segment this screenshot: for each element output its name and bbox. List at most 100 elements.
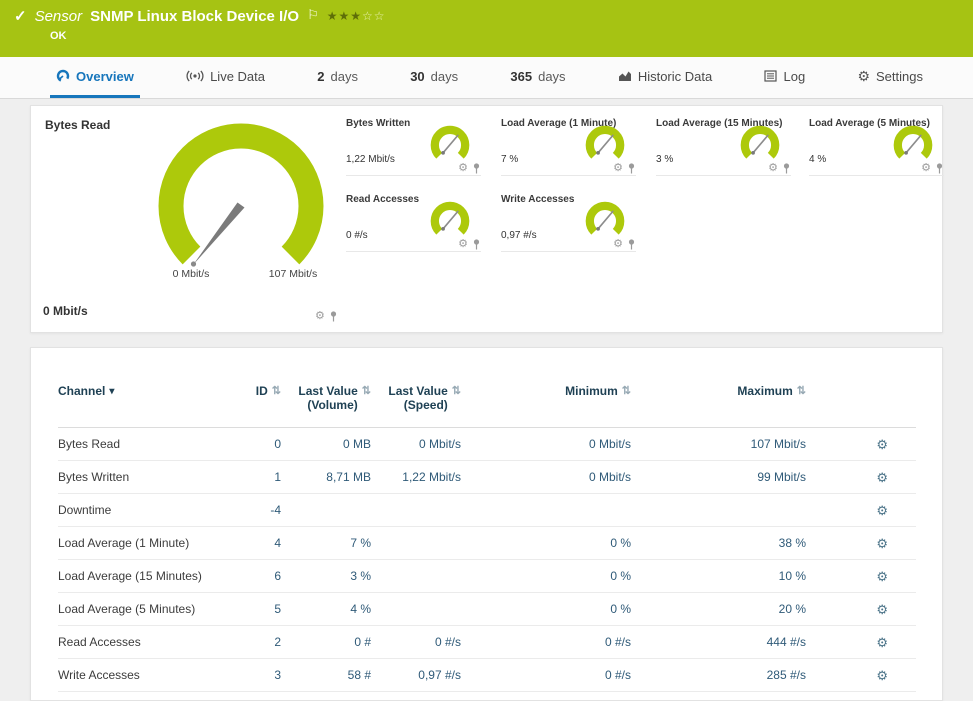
channel-id: 1 bbox=[243, 470, 281, 484]
pin-icon[interactable] bbox=[627, 239, 636, 250]
channel-settings-icon[interactable]: ⚙ bbox=[876, 438, 888, 451]
pin-icon[interactable] bbox=[935, 163, 944, 174]
channel-settings-icon[interactable]: ⚙ bbox=[876, 471, 888, 484]
column-label: ID bbox=[256, 384, 268, 398]
table-row: Write Accesses 3 58 # 0,97 #/s 0 #/s 285… bbox=[58, 659, 916, 692]
sensor-status-banner: ✓ Sensor SNMP Linux Block Device I/O ⚐ ★… bbox=[0, 0, 973, 57]
stars-empty[interactable]: ☆☆ bbox=[362, 9, 386, 23]
tab-overview[interactable]: Overview bbox=[50, 57, 140, 98]
sort-icon: ⇅ bbox=[622, 384, 631, 398]
column-label: Last Value (Speed) bbox=[384, 384, 448, 412]
gauge-actions: ⚙ bbox=[613, 163, 636, 174]
primary-gauge-actions: ⚙ bbox=[315, 311, 338, 322]
column-header-maximum[interactable]: Maximum ⇅ bbox=[631, 380, 806, 427]
channel-settings-icon[interactable]: ⚙ bbox=[876, 636, 888, 649]
column-header-last-value-speed[interactable]: Last Value (Speed) ⇅ bbox=[371, 380, 461, 427]
pin-icon[interactable] bbox=[329, 311, 338, 322]
tab-settings[interactable]: ⚙ Settings bbox=[851, 57, 929, 98]
gauge-write-accesses[interactable]: Write Accesses 0,97 #/s ⚙ bbox=[501, 192, 636, 252]
table-row: Load Average (1 Minute) 4 7 % 0 % 38 % ⚙ bbox=[58, 527, 916, 560]
primary-gauge[interactable]: 0 Mbit/s 107 Mbit/s bbox=[136, 116, 351, 292]
minimum-value: 0 Mbit/s bbox=[461, 470, 631, 484]
channel-id: 2 bbox=[243, 635, 281, 649]
pin-icon[interactable] bbox=[472, 239, 481, 250]
gauge-load-average-15-minutes[interactable]: Load Average (15 Minutes) 3 % ⚙ bbox=[656, 116, 791, 176]
channels-table-panel: Channel ▾ ID ⇅ Last Value (Volume) ⇅ Las… bbox=[30, 347, 943, 701]
gauge-read-accesses[interactable]: Read Accesses 0 #/s ⚙ bbox=[346, 192, 481, 252]
tab-number: 365 bbox=[510, 69, 532, 84]
channel-settings-icon[interactable]: ⚙ bbox=[876, 669, 888, 682]
column-header-id[interactable]: ID ⇅ bbox=[243, 380, 281, 427]
channels-table: Channel ▾ ID ⇅ Last Value (Volume) ⇅ Las… bbox=[58, 380, 916, 692]
gear-icon[interactable]: ⚙ bbox=[613, 239, 623, 250]
tab-historic-data[interactable]: Historic Data bbox=[612, 57, 718, 98]
gauge-bytes-written[interactable]: Bytes Written 1,22 Mbit/s ⚙ bbox=[346, 116, 481, 176]
gear-icon[interactable]: ⚙ bbox=[921, 163, 931, 174]
gear-icon[interactable]: ⚙ bbox=[458, 163, 468, 174]
channel-settings-icon[interactable]: ⚙ bbox=[876, 504, 888, 517]
flag-icon[interactable]: ⚐ bbox=[307, 7, 319, 23]
gear-icon[interactable]: ⚙ bbox=[613, 163, 623, 174]
minimum-value: 0 #/s bbox=[461, 635, 631, 649]
status-check-icon: ✓ bbox=[14, 7, 27, 25]
channel-name[interactable]: Bytes Written bbox=[58, 470, 243, 484]
tab-log[interactable]: Log bbox=[758, 57, 811, 98]
gauge-load-average-5-minutes[interactable]: Load Average (5 Minutes) 4 % ⚙ bbox=[809, 116, 944, 176]
last-value-volume: 0 MB bbox=[281, 437, 371, 451]
tab-number: 2 bbox=[317, 69, 324, 84]
gauge-title: Bytes Written bbox=[346, 118, 410, 129]
table-row: Bytes Written 1 8,71 MB 1,22 Mbit/s 0 Mb… bbox=[58, 461, 916, 494]
pin-icon[interactable] bbox=[472, 163, 481, 174]
gauge-scale-min: 0 Mbit/s bbox=[151, 268, 231, 280]
gauge-load-average-1-minute[interactable]: Load Average (1 Minute) 7 % ⚙ bbox=[501, 116, 636, 176]
sort-icon: ⇅ bbox=[362, 384, 371, 398]
column-header-channel[interactable]: Channel ▾ bbox=[58, 380, 243, 427]
stars-filled[interactable]: ★★★ bbox=[327, 9, 362, 23]
gear-icon[interactable]: ⚙ bbox=[768, 163, 778, 174]
channel-name[interactable]: Load Average (15 Minutes) bbox=[58, 569, 243, 583]
channel-id: 3 bbox=[243, 668, 281, 682]
tab-label: Historic Data bbox=[638, 69, 712, 84]
gauge-actions: ⚙ bbox=[768, 163, 791, 174]
gauge-value: 3 % bbox=[656, 154, 673, 165]
channel-name[interactable]: Load Average (1 Minute) bbox=[58, 536, 243, 550]
priority-stars[interactable]: ★★★☆☆ bbox=[327, 9, 386, 23]
primary-gauge-value: 0 Mbit/s bbox=[43, 304, 88, 318]
maximum-value: 38 % bbox=[631, 536, 806, 550]
column-header-minimum[interactable]: Minimum ⇅ bbox=[461, 380, 631, 427]
sensor-title: SNMP Linux Block Device I/O bbox=[90, 8, 299, 25]
tab-number: 30 bbox=[410, 69, 424, 84]
column-header-last-value-volume[interactable]: Last Value (Volume) ⇅ bbox=[281, 380, 371, 427]
column-label: Maximum bbox=[737, 384, 792, 398]
gauge-title: Write Accesses bbox=[501, 194, 574, 205]
channel-name[interactable]: Read Accesses bbox=[58, 635, 243, 649]
tab-2-days[interactable]: 2 days bbox=[311, 57, 364, 98]
tab-live-data[interactable]: Live Data bbox=[180, 57, 271, 98]
tab-label: days bbox=[330, 69, 357, 84]
maximum-value: 20 % bbox=[631, 602, 806, 616]
channel-name[interactable]: Write Accesses bbox=[58, 668, 243, 682]
gear-icon[interactable]: ⚙ bbox=[458, 239, 468, 250]
gauge-actions: ⚙ bbox=[458, 239, 481, 250]
channel-name[interactable]: Bytes Read bbox=[58, 437, 243, 451]
gauge-value: 1,22 Mbit/s bbox=[346, 154, 395, 165]
pin-icon[interactable] bbox=[627, 163, 636, 174]
pin-icon[interactable] bbox=[782, 163, 791, 174]
channel-name[interactable]: Downtime bbox=[58, 503, 243, 517]
primary-gauge-title: Bytes Read bbox=[45, 118, 110, 132]
last-value-volume: 0 # bbox=[281, 635, 371, 649]
maximum-value: 10 % bbox=[631, 569, 806, 583]
tab-30-days[interactable]: 30 days bbox=[404, 57, 464, 98]
maximum-value: 444 #/s bbox=[631, 635, 806, 649]
sort-icon: ⇅ bbox=[452, 384, 461, 398]
minimum-value: 0 Mbit/s bbox=[461, 437, 631, 451]
last-value-volume: 58 # bbox=[281, 668, 371, 682]
tab-365-days[interactable]: 365 days bbox=[504, 57, 571, 98]
channel-settings-icon[interactable]: ⚙ bbox=[876, 603, 888, 616]
last-value-speed: 1,22 Mbit/s bbox=[371, 470, 461, 484]
channel-settings-icon[interactable]: ⚙ bbox=[876, 537, 888, 550]
channel-settings-icon[interactable]: ⚙ bbox=[876, 570, 888, 583]
channel-name[interactable]: Load Average (5 Minutes) bbox=[58, 602, 243, 616]
tab-label: Log bbox=[783, 69, 805, 84]
gear-icon[interactable]: ⚙ bbox=[315, 311, 325, 322]
